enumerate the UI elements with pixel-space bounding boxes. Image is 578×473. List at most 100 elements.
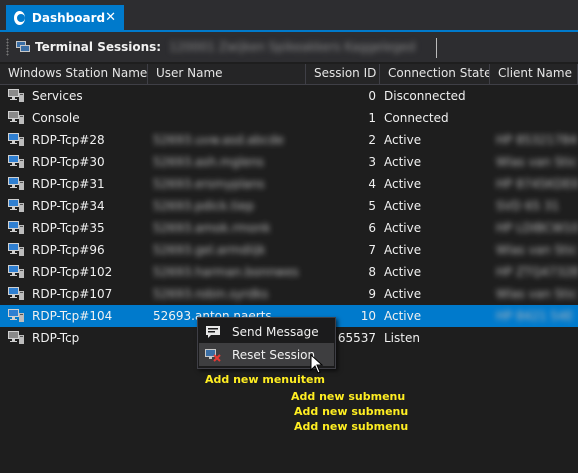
table-row[interactable]: RDP-Tcp#107 52693.robin.syrdks 9 Active Wlas…	[0, 283, 578, 305]
station-cell: RDP-Tcp#107	[0, 287, 148, 301]
session-id: 8	[368, 265, 376, 279]
message-icon	[206, 325, 220, 338]
connection-state: Active	[384, 199, 422, 213]
table-row[interactable]: RDP-Tcp#102 52693.harman.bonnwes 8 Active HP…	[0, 261, 578, 283]
station-cell: RDP-Tcp#30	[0, 155, 148, 169]
menu-item-label: Send Message	[232, 324, 319, 339]
monitor-blue-icon	[8, 243, 24, 256]
client-name: HP 8745KDE01	[496, 177, 578, 191]
station-name: RDP-Tcp#35	[32, 221, 105, 235]
terminal-sessions-icon	[16, 41, 30, 52]
station-name: Console	[32, 111, 80, 125]
user-name: 52693.amok.rmonk	[153, 221, 271, 235]
station-cell: RDP-Tcp#34	[0, 199, 148, 213]
tab-dashboard[interactable]: Dashboard ✕	[6, 5, 124, 30]
table-header: Windows Station Name User Name Session I…	[0, 64, 578, 85]
station-cell: RDP-Tcp#102	[0, 265, 148, 279]
session-id: 3	[368, 155, 376, 169]
monitor-gray-icon	[8, 331, 24, 344]
monitor-gray-icon	[8, 111, 24, 124]
terminal-sessions-label: Terminal Sessions:	[35, 40, 162, 54]
terminal-server-name[interactable]: 120001 Zwijken Spikeakkers Kaggeleged	[169, 40, 415, 54]
table-row[interactable]: Services 0 Disconnected	[0, 85, 578, 107]
monitor-blue-icon	[8, 199, 24, 212]
table-row[interactable]: RDP-Tcp#34 52693.pdick.tiep 5 Active SVD 65 …	[0, 195, 578, 217]
connection-state: Active	[384, 309, 422, 323]
column-header-client[interactable]: Client Name	[490, 64, 578, 84]
table-row[interactable]: RDP-Tcp#30 52693.ash.mglens 3 Active Wlas va…	[0, 151, 578, 173]
app-logo-icon	[14, 10, 25, 25]
user-name: 52693.harman.bonnwes	[153, 265, 299, 279]
mouse-cursor-icon	[310, 354, 324, 374]
monitor-blue-icon	[8, 265, 24, 278]
table-row[interactable]: RDP-Tcp#28 52693.uvw.asd.abcde 2 Active HP 8…	[0, 129, 578, 151]
user-name: 52693.ersmyplans	[153, 177, 265, 191]
session-id: 0	[368, 89, 376, 103]
connection-state: Active	[384, 155, 422, 169]
monitor-blue-icon	[8, 177, 24, 190]
connection-state: Active	[384, 177, 422, 191]
session-id: 7	[368, 243, 376, 257]
client-name: SVD 65 31	[496, 199, 560, 213]
client-name: HP 8421 54E	[496, 309, 574, 323]
user-name: 52693.ash.mglens	[153, 155, 264, 169]
station-cell: RDP-Tcp	[0, 331, 148, 345]
user-name: 52693.gel.armdiijk	[153, 243, 266, 257]
monitor-blue-icon	[8, 155, 24, 168]
toolbar: Terminal Sessions: 120001 Zwijken Spikea…	[0, 32, 578, 62]
user-name: 52693.robin.syrdks	[153, 287, 269, 301]
station-name: RDP-Tcp#107	[32, 287, 113, 301]
annotation-add-submenu: Add new submenu	[294, 405, 409, 418]
client-name: Wlas van Sticht	[496, 155, 578, 169]
client-name: HP LDIBCW100	[496, 221, 578, 235]
connection-state: Active	[384, 133, 422, 147]
station-cell: Console	[0, 111, 148, 125]
station-cell: RDP-Tcp#35	[0, 221, 148, 235]
station-cell: RDP-Tcp#104	[0, 309, 148, 323]
station-name: RDP-Tcp#34	[32, 199, 105, 213]
connection-state: Disconnected	[384, 89, 466, 103]
toolbar-grip-icon[interactable]	[6, 38, 9, 56]
station-name: RDP-Tcp#28	[32, 133, 105, 147]
table-row[interactable]: RDP-Tcp#35 52693.amok.rmonk 6 Active HP LDIB…	[0, 217, 578, 239]
connection-state: Active	[384, 265, 422, 279]
column-header-state[interactable]: Connection State	[380, 64, 490, 84]
table-body: Services 0 Disconnected Console 1 Connected RD…	[0, 85, 578, 349]
table-row[interactable]: RDP-Tcp#31 52693.ersmyplans 4 Active HP 8745…	[0, 173, 578, 195]
station-name: RDP-Tcp#96	[32, 243, 105, 257]
connection-state: Active	[384, 287, 422, 301]
menu-item-label: Reset Session	[232, 347, 316, 362]
session-id: 2	[368, 133, 376, 147]
table-row[interactable]: Console 1 Connected	[0, 107, 578, 129]
client-name: HP ZTQ4732BKA	[496, 265, 578, 279]
monitor-blue-icon	[8, 287, 24, 300]
connection-state: Active	[384, 243, 422, 257]
station-name: RDP-Tcp	[32, 331, 80, 345]
connection-state: Active	[384, 221, 422, 235]
monitor-gray-icon	[8, 89, 24, 102]
sessions-table: Windows Station Name User Name Session I…	[0, 64, 578, 349]
column-header-session-id[interactable]: Session ID	[306, 64, 380, 84]
menu-item-send-message[interactable]: Send Message	[199, 320, 334, 343]
station-name: Services	[32, 89, 83, 103]
column-header-station[interactable]: Windows Station Name	[0, 64, 148, 84]
client-name: HP 85321784	[496, 133, 578, 147]
session-id: 9	[368, 287, 376, 301]
user-name: 52693.pdick.tiep	[153, 199, 254, 213]
station-name: RDP-Tcp#31	[32, 177, 105, 191]
reset-session-icon	[205, 348, 221, 362]
column-header-user[interactable]: User Name	[148, 64, 306, 84]
monitor-blue-icon	[8, 133, 24, 146]
session-id: 5	[368, 199, 376, 213]
station-name: RDP-Tcp#30	[32, 155, 105, 169]
close-icon[interactable]: ✕	[105, 10, 116, 25]
monitor-blue-icon	[8, 221, 24, 234]
table-row[interactable]: RDP-Tcp#96 52693.gel.armdiijk 7 Active Wlas …	[0, 239, 578, 261]
session-id: 1	[368, 111, 376, 125]
tab-title: Dashboard	[31, 10, 106, 25]
session-id: 6	[368, 221, 376, 235]
station-cell: RDP-Tcp#31	[0, 177, 148, 191]
annotation-add-submenu: Add new submenu	[291, 390, 406, 403]
annotation-add-menuitem: Add new menuitem	[205, 373, 325, 386]
station-name: RDP-Tcp#102	[32, 265, 113, 279]
